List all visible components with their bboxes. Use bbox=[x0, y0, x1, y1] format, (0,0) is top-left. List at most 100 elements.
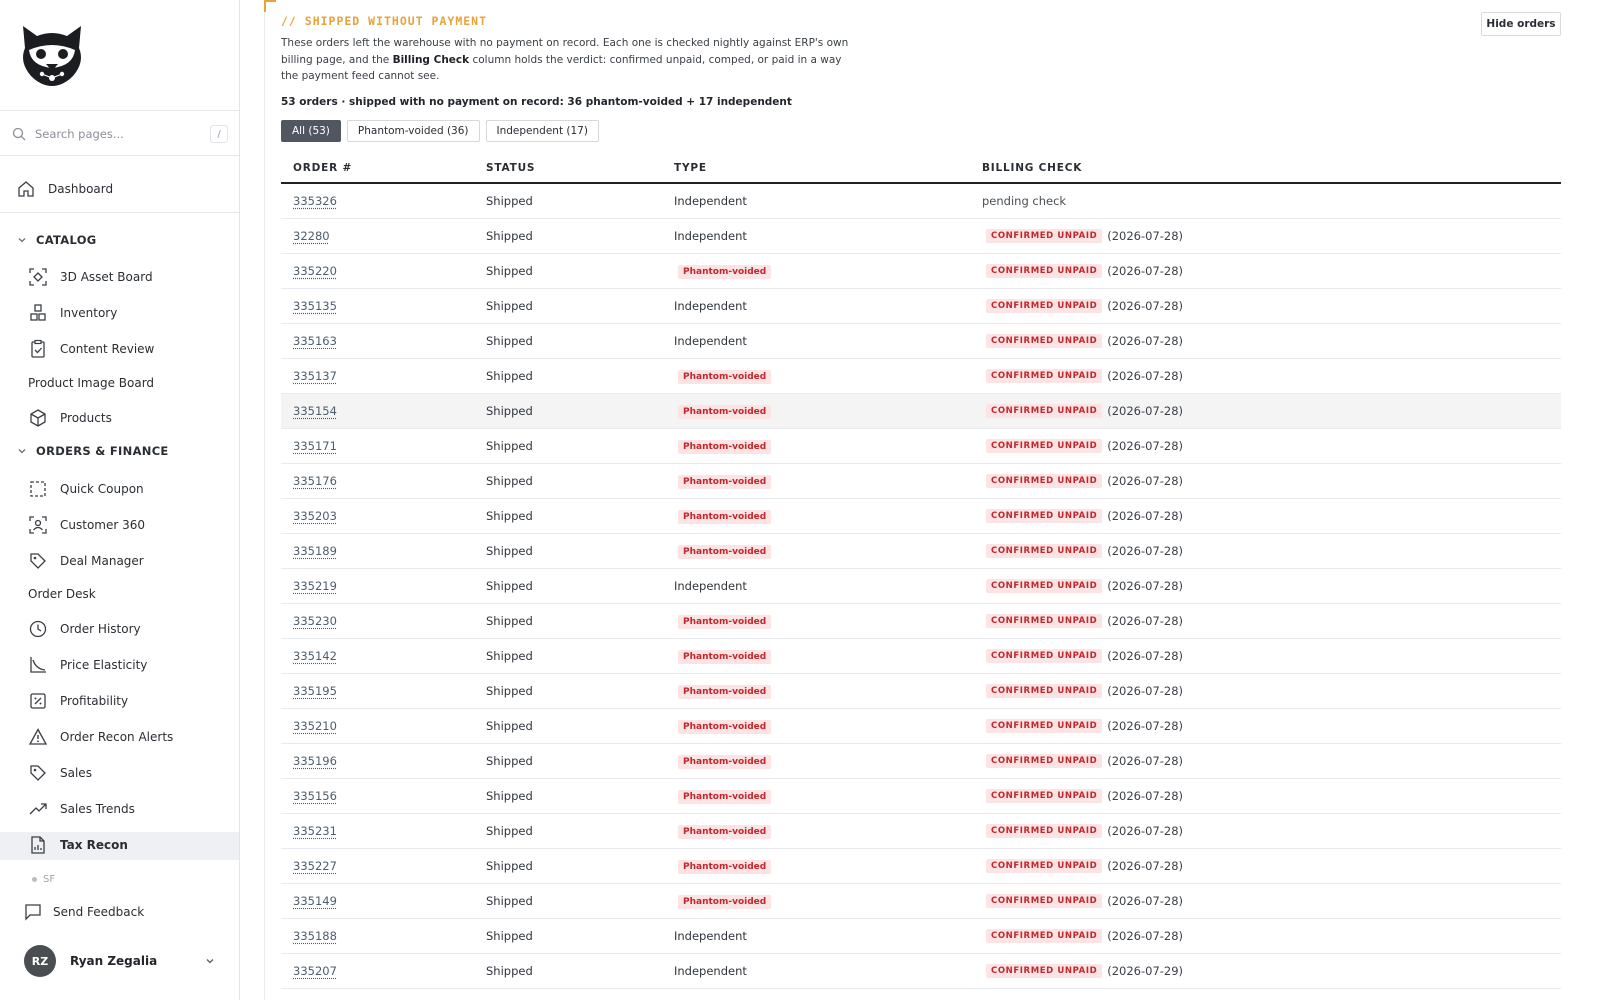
raccoon-logo-icon[interactable] bbox=[17, 22, 87, 88]
nav-price-elasticity[interactable]: Price Elasticity bbox=[28, 650, 147, 680]
table-row[interactable]: 335203 Shipped Phantom-voided CONFIRMED UNP… bbox=[281, 499, 1561, 534]
table-row[interactable]: 335142 Shipped Phantom-voided CONFIRMED UNP… bbox=[281, 639, 1561, 674]
order-link[interactable]: 335195 bbox=[293, 684, 337, 698]
nav-products[interactable]: Products bbox=[28, 403, 112, 433]
filter-phantom-voided[interactable]: Phantom-voided (36) bbox=[346, 120, 480, 142]
nav-label: Inventory bbox=[60, 306, 118, 320]
nav-quick-coupon[interactable]: Quick Coupon bbox=[28, 474, 144, 504]
check-date: (2026-07-28) bbox=[1107, 649, 1184, 663]
cell-type: Phantom-voided bbox=[674, 648, 982, 664]
check-date: (2026-07-28) bbox=[1107, 579, 1184, 593]
col-status[interactable]: STATUS bbox=[486, 162, 674, 174]
order-link[interactable]: 32280 bbox=[293, 229, 330, 243]
nav-product-image-board[interactable]: Product Image Board bbox=[28, 368, 154, 398]
status-badge: CONFIRMED UNPAID bbox=[986, 299, 1103, 313]
order-link[interactable]: 335149 bbox=[293, 894, 337, 908]
table-row[interactable]: 335231 Shipped Phantom-voided CONFIRMED UNP… bbox=[281, 814, 1561, 849]
order-link[interactable]: 335230 bbox=[293, 614, 337, 628]
nav-dashboard[interactable]: Dashboard bbox=[16, 174, 113, 204]
cell-type: Independent bbox=[674, 929, 982, 943]
table-row[interactable]: 335230 Shipped Phantom-voided CONFIRMED UNP… bbox=[281, 604, 1561, 639]
table-row[interactable]: 335326 Shipped Independent pending check bbox=[281, 184, 1561, 219]
order-link[interactable]: 335135 bbox=[293, 299, 337, 313]
check-date: (2026-07-29) bbox=[1107, 964, 1184, 978]
nav-tax-recon[interactable]: Tax Recon bbox=[28, 830, 128, 860]
section-catalog[interactable]: CATALOG bbox=[16, 230, 97, 250]
order-link[interactable]: 335154 bbox=[293, 404, 337, 418]
page-search[interactable]: Search pages... / bbox=[12, 121, 228, 147]
billing-pending: pending check bbox=[982, 194, 1067, 208]
order-link[interactable]: 335171 bbox=[293, 439, 337, 453]
table-row[interactable]: 335135 Shipped Independent CONFIRMED UNPAID… bbox=[281, 289, 1561, 324]
table-row[interactable]: 335189 Shipped Phantom-voided CONFIRMED UNP… bbox=[281, 534, 1561, 569]
order-link[interactable]: 335207 bbox=[293, 964, 337, 978]
check-date: (2026-07-28) bbox=[1107, 264, 1184, 278]
table-row[interactable]: 335154 Shipped Phantom-voided CONFIRMED UNP… bbox=[281, 394, 1561, 429]
cell-type: Independent bbox=[674, 229, 982, 243]
nav-3d-asset-board[interactable]: 3D Asset Board bbox=[28, 262, 153, 292]
nav-deal-manager[interactable]: Deal Manager bbox=[28, 546, 144, 576]
order-link[interactable]: 335227 bbox=[293, 859, 337, 873]
order-link[interactable]: 335189 bbox=[293, 544, 337, 558]
chevron-down-icon[interactable] bbox=[204, 955, 216, 967]
table-row[interactable]: 32280 Shipped Independent CONFIRMED UNPAID (… bbox=[281, 219, 1561, 254]
type-badge: Phantom-voided bbox=[678, 685, 772, 699]
order-link[interactable]: 335196 bbox=[293, 754, 337, 768]
nav-profitability[interactable]: Profitability bbox=[28, 686, 128, 716]
hide-orders-button[interactable]: Hide orders bbox=[1481, 12, 1561, 36]
table-row[interactable]: 335227 Shipped Phantom-voided CONFIRMED UNP… bbox=[281, 849, 1561, 884]
filter-independent[interactable]: Independent (17) bbox=[485, 120, 599, 142]
col-type[interactable]: TYPE bbox=[674, 162, 982, 174]
order-link[interactable]: 335188 bbox=[293, 929, 337, 943]
nav-label: Price Elasticity bbox=[60, 658, 148, 672]
order-link[interactable]: 335156 bbox=[293, 789, 337, 803]
clock-icon bbox=[29, 620, 47, 638]
order-link[interactable]: 335137 bbox=[293, 369, 337, 383]
section-orders-finance[interactable]: ORDERS & FINANCE bbox=[16, 441, 169, 461]
nav-inventory[interactable]: Inventory bbox=[28, 298, 117, 328]
table-row[interactable]: 335171 Shipped Phantom-voided CONFIRMED UNP… bbox=[281, 429, 1561, 464]
cell-order: 335135 bbox=[281, 299, 486, 313]
order-link[interactable]: 335142 bbox=[293, 649, 337, 663]
table-row[interactable]: 335220 Shipped Phantom-voided CONFIRMED UNP… bbox=[281, 254, 1561, 289]
nav-sales[interactable]: Sales bbox=[28, 758, 92, 788]
table-row[interactable]: 335137 Shipped Phantom-voided CONFIRMED UNP… bbox=[281, 359, 1561, 394]
nav-order-desk[interactable]: Order Desk bbox=[28, 579, 96, 609]
order-link[interactable]: 335231 bbox=[293, 824, 337, 838]
nav-label: Profitability bbox=[60, 694, 129, 708]
order-link[interactable]: 335203 bbox=[293, 509, 337, 523]
order-link[interactable]: 335220 bbox=[293, 264, 337, 278]
order-link[interactable]: 335176 bbox=[293, 474, 337, 488]
nav-order-recon-alerts[interactable]: Order Recon Alerts bbox=[28, 722, 173, 752]
status-badge: CONFIRMED UNPAID bbox=[986, 474, 1103, 488]
status-badge: CONFIRMED UNPAID bbox=[986, 649, 1103, 663]
send-feedback-button[interactable]: Send Feedback bbox=[24, 903, 144, 921]
order-link[interactable]: 335163 bbox=[293, 334, 337, 348]
table-row[interactable]: 335219 Shipped Independent CONFIRMED UNPAID… bbox=[281, 569, 1561, 604]
col-billing-check[interactable]: BILLING CHECK bbox=[982, 162, 1561, 174]
nav-content-review[interactable]: Content Review bbox=[28, 334, 154, 364]
order-link[interactable]: 335219 bbox=[293, 579, 337, 593]
table-row[interactable]: 335176 Shipped Phantom-voided CONFIRMED UNP… bbox=[281, 464, 1561, 499]
table-row[interactable]: 335156 Shipped Phantom-voided CONFIRMED UNP… bbox=[281, 779, 1561, 814]
col-order[interactable]: ORDER # bbox=[281, 162, 486, 174]
table-row[interactable]: 335163 Shipped Independent CONFIRMED UNPAID… bbox=[281, 324, 1561, 359]
table-row[interactable]: 335149 Shipped Phantom-voided CONFIRMED UNP… bbox=[281, 884, 1561, 919]
search-input[interactable]: Search pages... bbox=[35, 127, 210, 141]
cell-billing-check: CONFIRMED UNPAID (2026-07-28) bbox=[982, 824, 1561, 838]
nav-order-history[interactable]: Order History bbox=[28, 614, 141, 644]
table-row[interactable]: 335207 Shipped Independent CONFIRMED UNPAID… bbox=[281, 954, 1561, 989]
nav-customer-360[interactable]: Customer 360 bbox=[28, 510, 145, 540]
cell-billing-check: CONFIRMED UNPAID (2026-07-28) bbox=[982, 439, 1561, 453]
table-row[interactable]: 335195 Shipped Phantom-voided CONFIRMED UNP… bbox=[281, 674, 1561, 709]
user-menu[interactable]: RZ Ryan Zegalia bbox=[24, 944, 216, 978]
table-row[interactable]: 335196 Shipped Phantom-voided CONFIRMED UNP… bbox=[281, 744, 1561, 779]
order-link[interactable]: 335210 bbox=[293, 719, 337, 733]
nav-label: Product Image Board bbox=[28, 376, 155, 390]
check-date: (2026-07-28) bbox=[1107, 929, 1184, 943]
filter-all[interactable]: All (53) bbox=[281, 120, 341, 142]
table-row[interactable]: 335188 Shipped Independent CONFIRMED UNPAID… bbox=[281, 919, 1561, 954]
table-row[interactable]: 335210 Shipped Phantom-voided CONFIRMED UNP… bbox=[281, 709, 1561, 744]
nav-sales-trends[interactable]: Sales Trends bbox=[28, 794, 135, 824]
order-link[interactable]: 335326 bbox=[293, 194, 337, 208]
